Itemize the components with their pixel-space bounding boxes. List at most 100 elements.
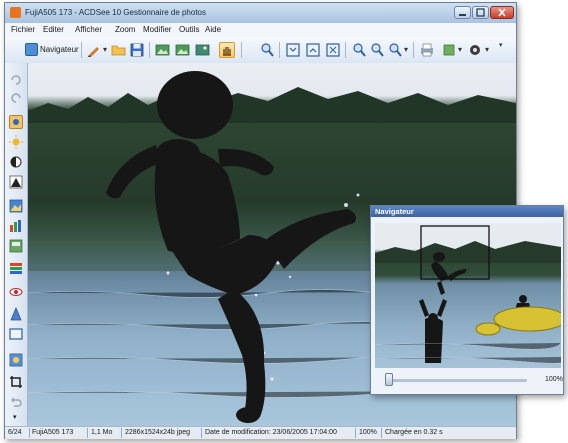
print-icon [421, 43, 433, 57]
navigator-title: Navigateur [375, 207, 414, 216]
minimize-icon [459, 14, 466, 16]
menu-aide[interactable]: Aide [205, 25, 221, 34]
status-separator [29, 428, 30, 438]
navigator-zoom-label: 100% [545, 376, 563, 383]
status-separator [355, 428, 356, 438]
frame-icon [9, 328, 23, 340]
status-separator [87, 428, 88, 438]
levels-button[interactable] [9, 175, 23, 189]
minimize-button[interactable] [454, 6, 471, 19]
slideshow-button[interactable] [195, 42, 211, 58]
edit-dropdown-arrow[interactable]: ▾ [103, 45, 107, 54]
exposure-button[interactable] [9, 115, 23, 129]
hand-icon [223, 47, 231, 56]
navigator-zoom-track[interactable] [387, 379, 527, 382]
status-zoom: 100% [359, 429, 377, 436]
settings-dropdown-arrow[interactable]: ▾ [485, 45, 489, 54]
print-button[interactable] [419, 42, 435, 58]
menu-modifier[interactable]: Modifier [143, 25, 171, 34]
save-icon [130, 43, 144, 57]
actual-size-button[interactable] [325, 42, 341, 58]
hand-tool-button[interactable] [219, 42, 235, 58]
effects-button[interactable] [9, 261, 23, 275]
rotate-right-button[interactable] [9, 91, 23, 105]
fit-width-button[interactable] [305, 42, 321, 58]
share-dropdown-arrow[interactable]: ▾ [458, 45, 462, 54]
contrast-icon [10, 156, 22, 168]
menu-zoom[interactable]: Zoom [115, 25, 135, 34]
zoom-in-button[interactable] [259, 42, 275, 58]
menu-afficher[interactable]: Afficher [75, 25, 102, 34]
edit-sidebar: ▾ [5, 63, 28, 426]
histogram-button[interactable] [9, 219, 23, 233]
open-button[interactable] [111, 42, 127, 58]
title-bar[interactable]: FujiA505 173 - ACDSee 10 Gestionnaire de… [5, 3, 516, 24]
zoom-dropdown-arrow[interactable]: ▾ [404, 45, 408, 54]
crop-icon [10, 376, 22, 388]
image-icon [195, 44, 210, 56]
zoom-in-icon [261, 43, 274, 57]
navigator-panel[interactable]: Navigateur 100% [370, 205, 564, 395]
next-image-button[interactable] [175, 42, 191, 58]
effects-icon [10, 263, 22, 274]
status-separator [121, 428, 122, 438]
status-filesize: 1,1 Mo [91, 429, 113, 436]
red-eye-button[interactable] [9, 285, 23, 299]
rotate-left-button[interactable] [9, 73, 23, 87]
zoom-out-button[interactable] [369, 42, 385, 58]
navigator-title-bar[interactable]: Navigateur [371, 206, 563, 217]
frame-button[interactable] [9, 327, 23, 341]
share-icon [443, 44, 455, 56]
undo-button[interactable] [9, 395, 23, 409]
zoom-dropdown-button[interactable] [387, 42, 403, 58]
menu-fichier[interactable]: Fichier [11, 25, 35, 34]
save-button[interactable] [129, 42, 145, 58]
navigator-zoom-thumb[interactable] [385, 373, 393, 386]
levels-icon [9, 175, 23, 189]
image-icon [155, 44, 170, 56]
menu-editer[interactable]: Editer [43, 25, 64, 34]
red-eye-icon [9, 288, 23, 296]
rotate-right-icon [11, 93, 21, 103]
contrast-button[interactable] [9, 155, 23, 169]
sharpen-button[interactable] [9, 306, 23, 321]
toolbar-separator [279, 42, 280, 58]
close-button[interactable] [490, 6, 514, 19]
zoom-icon [353, 43, 366, 57]
window-title: FujiA505 173 - ACDSee 10 Gestionnaire de… [25, 8, 207, 17]
brightness-button[interactable] [9, 135, 23, 149]
toolbar-separator [149, 42, 150, 58]
fit-image-button[interactable] [285, 42, 301, 58]
toolbar-separator [241, 42, 242, 58]
toolbar-separator [345, 42, 346, 58]
toolbar: Navigateur ▾ ▾ ▾ ▾ ▾ [5, 37, 516, 64]
photo-icon [9, 353, 23, 367]
exposure-icon [13, 119, 19, 125]
open-folder-icon [111, 45, 126, 56]
sharpen-icon [10, 306, 22, 321]
navigator-button[interactable]: Navigateur [25, 42, 79, 58]
photo-fix-button[interactable] [9, 353, 23, 367]
toolbar-separator [81, 42, 82, 58]
edit-button[interactable] [86, 42, 102, 58]
zoom-button[interactable] [351, 42, 367, 58]
brightness-icon [9, 135, 23, 149]
crop-button[interactable] [9, 375, 23, 389]
sidebar-more-arrow[interactable]: ▾ [13, 413, 17, 421]
maximize-button[interactable] [472, 6, 489, 19]
status-modified: Date de modification: 23/06/2005 17:04:0… [205, 429, 337, 436]
navigator-preview[interactable] [375, 223, 561, 368]
settings-button[interactable] [467, 42, 483, 58]
status-index: 6/24 [8, 429, 22, 436]
image-icon [175, 44, 190, 56]
menu-outils[interactable]: Outils [179, 25, 199, 34]
status-filename: FujiA505 173 [32, 429, 74, 436]
share-button[interactable] [441, 42, 457, 58]
color-button[interactable] [9, 199, 23, 213]
undo-icon [11, 397, 22, 407]
adjust-icon [9, 239, 23, 253]
toolbar-overflow-chevron[interactable]: ▾ [499, 41, 503, 49]
adjust-button[interactable] [9, 239, 23, 253]
previous-image-button[interactable] [155, 42, 171, 58]
maximize-icon [476, 8, 485, 17]
